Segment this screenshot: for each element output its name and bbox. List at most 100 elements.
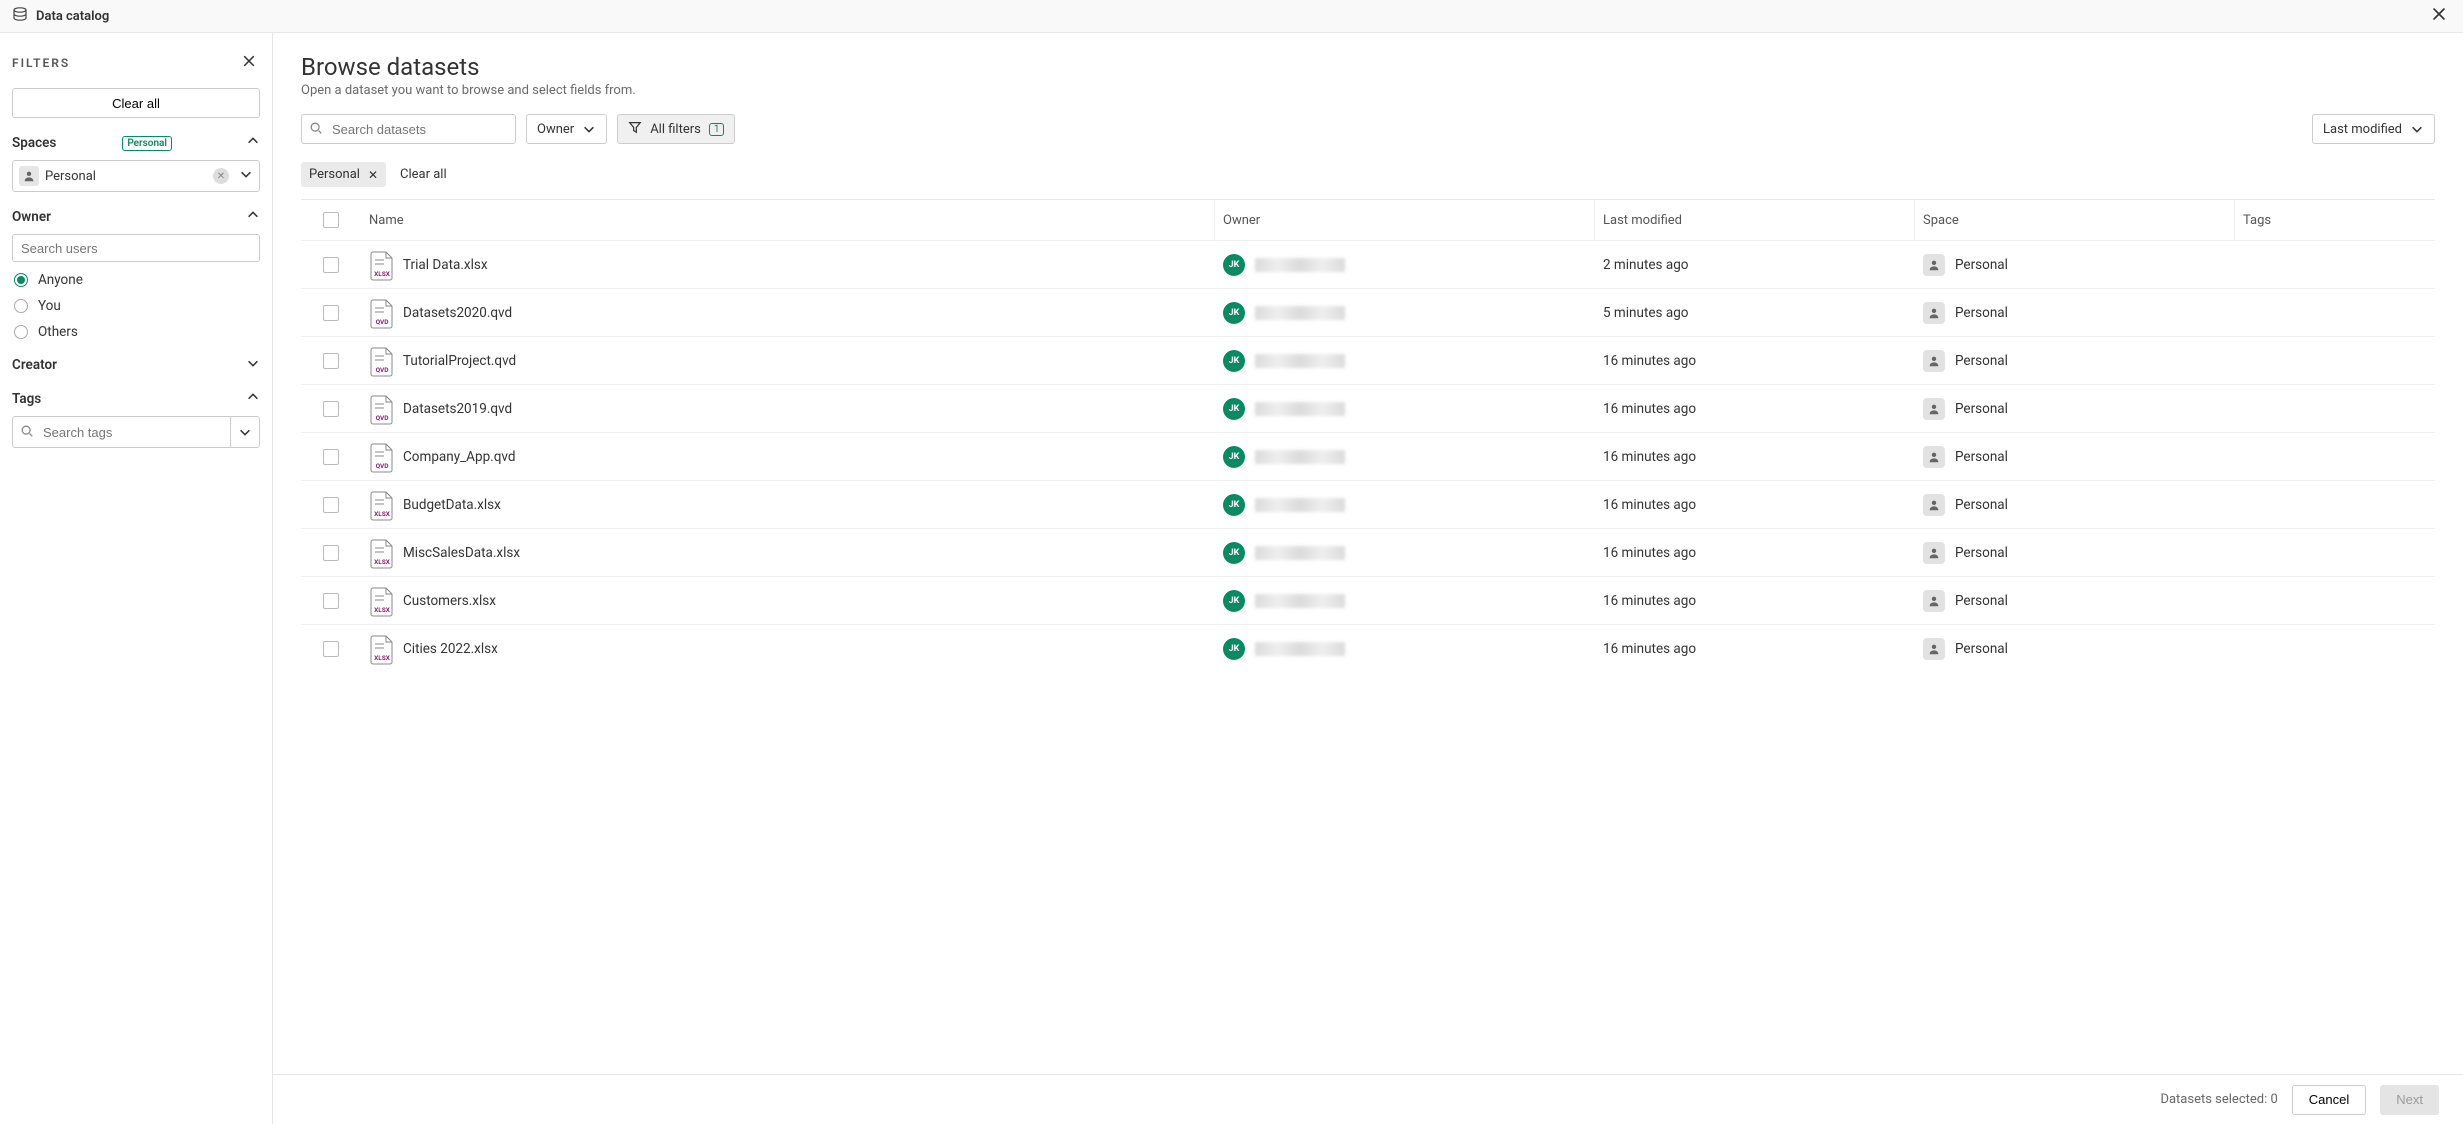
row-checkbox[interactable] [323,353,339,369]
modified-value: 16 minutes ago [1595,449,1915,465]
spaces-active-badge: Personal [122,136,172,151]
all-filters-button[interactable]: All filters 1 [617,114,735,144]
row-checkbox[interactable] [323,449,339,465]
table-header: Name Owner Last modified Space Tags [301,200,2435,240]
chevron-up-icon [246,208,260,226]
modified-value: 16 minutes ago [1595,353,1915,369]
spaces-section-toggle[interactable]: Spaces Personal [12,134,260,152]
page-title: Browse datasets [301,53,2435,81]
owner-name-redacted [1255,498,1345,512]
clear-all-button[interactable]: Clear all [12,88,260,118]
col-tags[interactable]: Tags [2235,200,2435,240]
radio-label: Others [38,324,78,340]
footer: Datasets selected: 0 Cancel Next [273,1074,2463,1124]
tags-search-input[interactable] [12,416,230,448]
row-checkbox[interactable] [323,497,339,513]
modified-value: 16 minutes ago [1595,545,1915,561]
search-datasets-input[interactable] [301,114,516,144]
file-icon: XLSX [369,491,393,519]
datasets-table: Name Owner Last modified Space Tags XLSX… [301,199,2435,1074]
dataset-name: Datasets2020.qvd [403,305,512,321]
dataset-name: Cities 2022.xlsx [403,641,498,657]
space-value: Personal [1955,257,2008,273]
table-row[interactable]: QVD Datasets2020.qvd JK 5 minutes ago Pe… [301,288,2435,336]
table-row[interactable]: QVD Company_App.qvd JK 16 minutes ago Pe… [301,432,2435,480]
owner-avatar: JK [1223,638,1245,660]
col-owner[interactable]: Owner [1215,200,1595,240]
person-icon [1923,350,1945,372]
creator-section-toggle[interactable]: Creator [12,356,260,374]
search-icon [20,424,34,442]
chevron-down-icon[interactable] [239,167,253,185]
svg-text:XLSX: XLSX [374,558,391,566]
owner-avatar: JK [1223,494,1245,516]
person-icon [1923,494,1945,516]
table-row[interactable]: XLSX MiscSalesData.xlsx JK 16 minutes ag… [301,528,2435,576]
modified-value: 16 minutes ago [1595,401,1915,417]
owner-radio-you[interactable]: You [14,298,258,314]
owner-name-redacted [1255,402,1345,416]
person-icon [1923,446,1945,468]
owner-dropdown[interactable]: Owner [526,114,607,144]
table-row[interactable]: XLSX BudgetData.xlsx JK 16 minutes ago P… [301,480,2435,528]
table-row[interactable]: QVD TutorialProject.qvd JK 16 minutes ag… [301,336,2435,384]
file-icon: XLSX [369,251,393,279]
owner-search-input[interactable] [12,234,260,262]
clear-space-button[interactable]: ✕ [213,168,229,184]
owner-radio-others[interactable]: Others [14,324,258,340]
person-icon [19,166,39,186]
dataset-name: Company_App.qvd [403,449,515,465]
table-row[interactable]: XLSX Customers.xlsx JK 16 minutes ago Pe… [301,576,2435,624]
space-selector[interactable]: Personal ✕ [12,160,260,192]
table-row[interactable]: XLSX Trial Data.xlsx JK 2 minutes ago Pe… [301,240,2435,288]
owner-section-toggle[interactable]: Owner [12,208,260,226]
owner-avatar: JK [1223,590,1245,612]
row-checkbox[interactable] [323,257,339,273]
row-checkbox[interactable] [323,401,339,417]
space-value: Personal [1955,641,2008,657]
person-icon [1923,590,1945,612]
chevron-down-icon [246,356,260,374]
space-selected-label: Personal [45,169,96,184]
tags-section-toggle[interactable]: Tags [12,390,260,408]
file-icon: XLSX [369,539,393,567]
sort-label: Last modified [2323,122,2402,137]
svg-text:XLSX: XLSX [374,606,391,614]
select-all-checkbox[interactable] [323,212,339,228]
col-space[interactable]: Space [1915,200,2235,240]
modified-value: 16 minutes ago [1595,641,1915,657]
clear-all-chips-link[interactable]: Clear all [400,167,447,182]
spaces-label: Spaces [12,135,56,151]
creator-label: Creator [12,357,57,373]
svg-text:XLSX: XLSX [374,270,391,278]
row-checkbox[interactable] [323,305,339,321]
close-dialog-button[interactable] [2427,2,2451,31]
svg-text:QVD: QVD [376,366,389,374]
dataset-name: Datasets2019.qvd [403,401,512,417]
dataset-name: Customers.xlsx [403,593,496,609]
space-value: Personal [1955,305,2008,321]
table-row[interactable]: QVD Datasets2019.qvd JK 16 minutes ago P… [301,384,2435,432]
file-icon: QVD [369,347,393,375]
person-icon [1923,254,1945,276]
file-icon: XLSX [369,587,393,615]
svg-text:XLSX: XLSX [374,654,391,662]
close-filters-button[interactable] [238,49,260,76]
sort-dropdown[interactable]: Last modified [2312,114,2435,144]
svg-text:XLSX: XLSX [374,510,391,518]
row-checkbox[interactable] [323,593,339,609]
owner-avatar: JK [1223,302,1245,324]
remove-chip-button[interactable]: ✕ [368,168,378,182]
filters-header: FILTERS [12,56,70,70]
table-row[interactable]: XLSX Cities 2022.xlsx JK 16 minutes ago … [301,624,2435,672]
col-name[interactable]: Name [361,200,1215,240]
row-checkbox[interactable] [323,641,339,657]
col-modified[interactable]: Last modified [1595,200,1915,240]
space-value: Personal [1955,449,2008,465]
chip-label: Personal [309,167,360,182]
owner-radio-anyone[interactable]: Anyone [14,272,258,288]
tags-dropdown-toggle[interactable] [230,416,260,448]
row-checkbox[interactable] [323,545,339,561]
cancel-button[interactable]: Cancel [2292,1085,2366,1115]
dataset-name: TutorialProject.qvd [403,353,516,369]
